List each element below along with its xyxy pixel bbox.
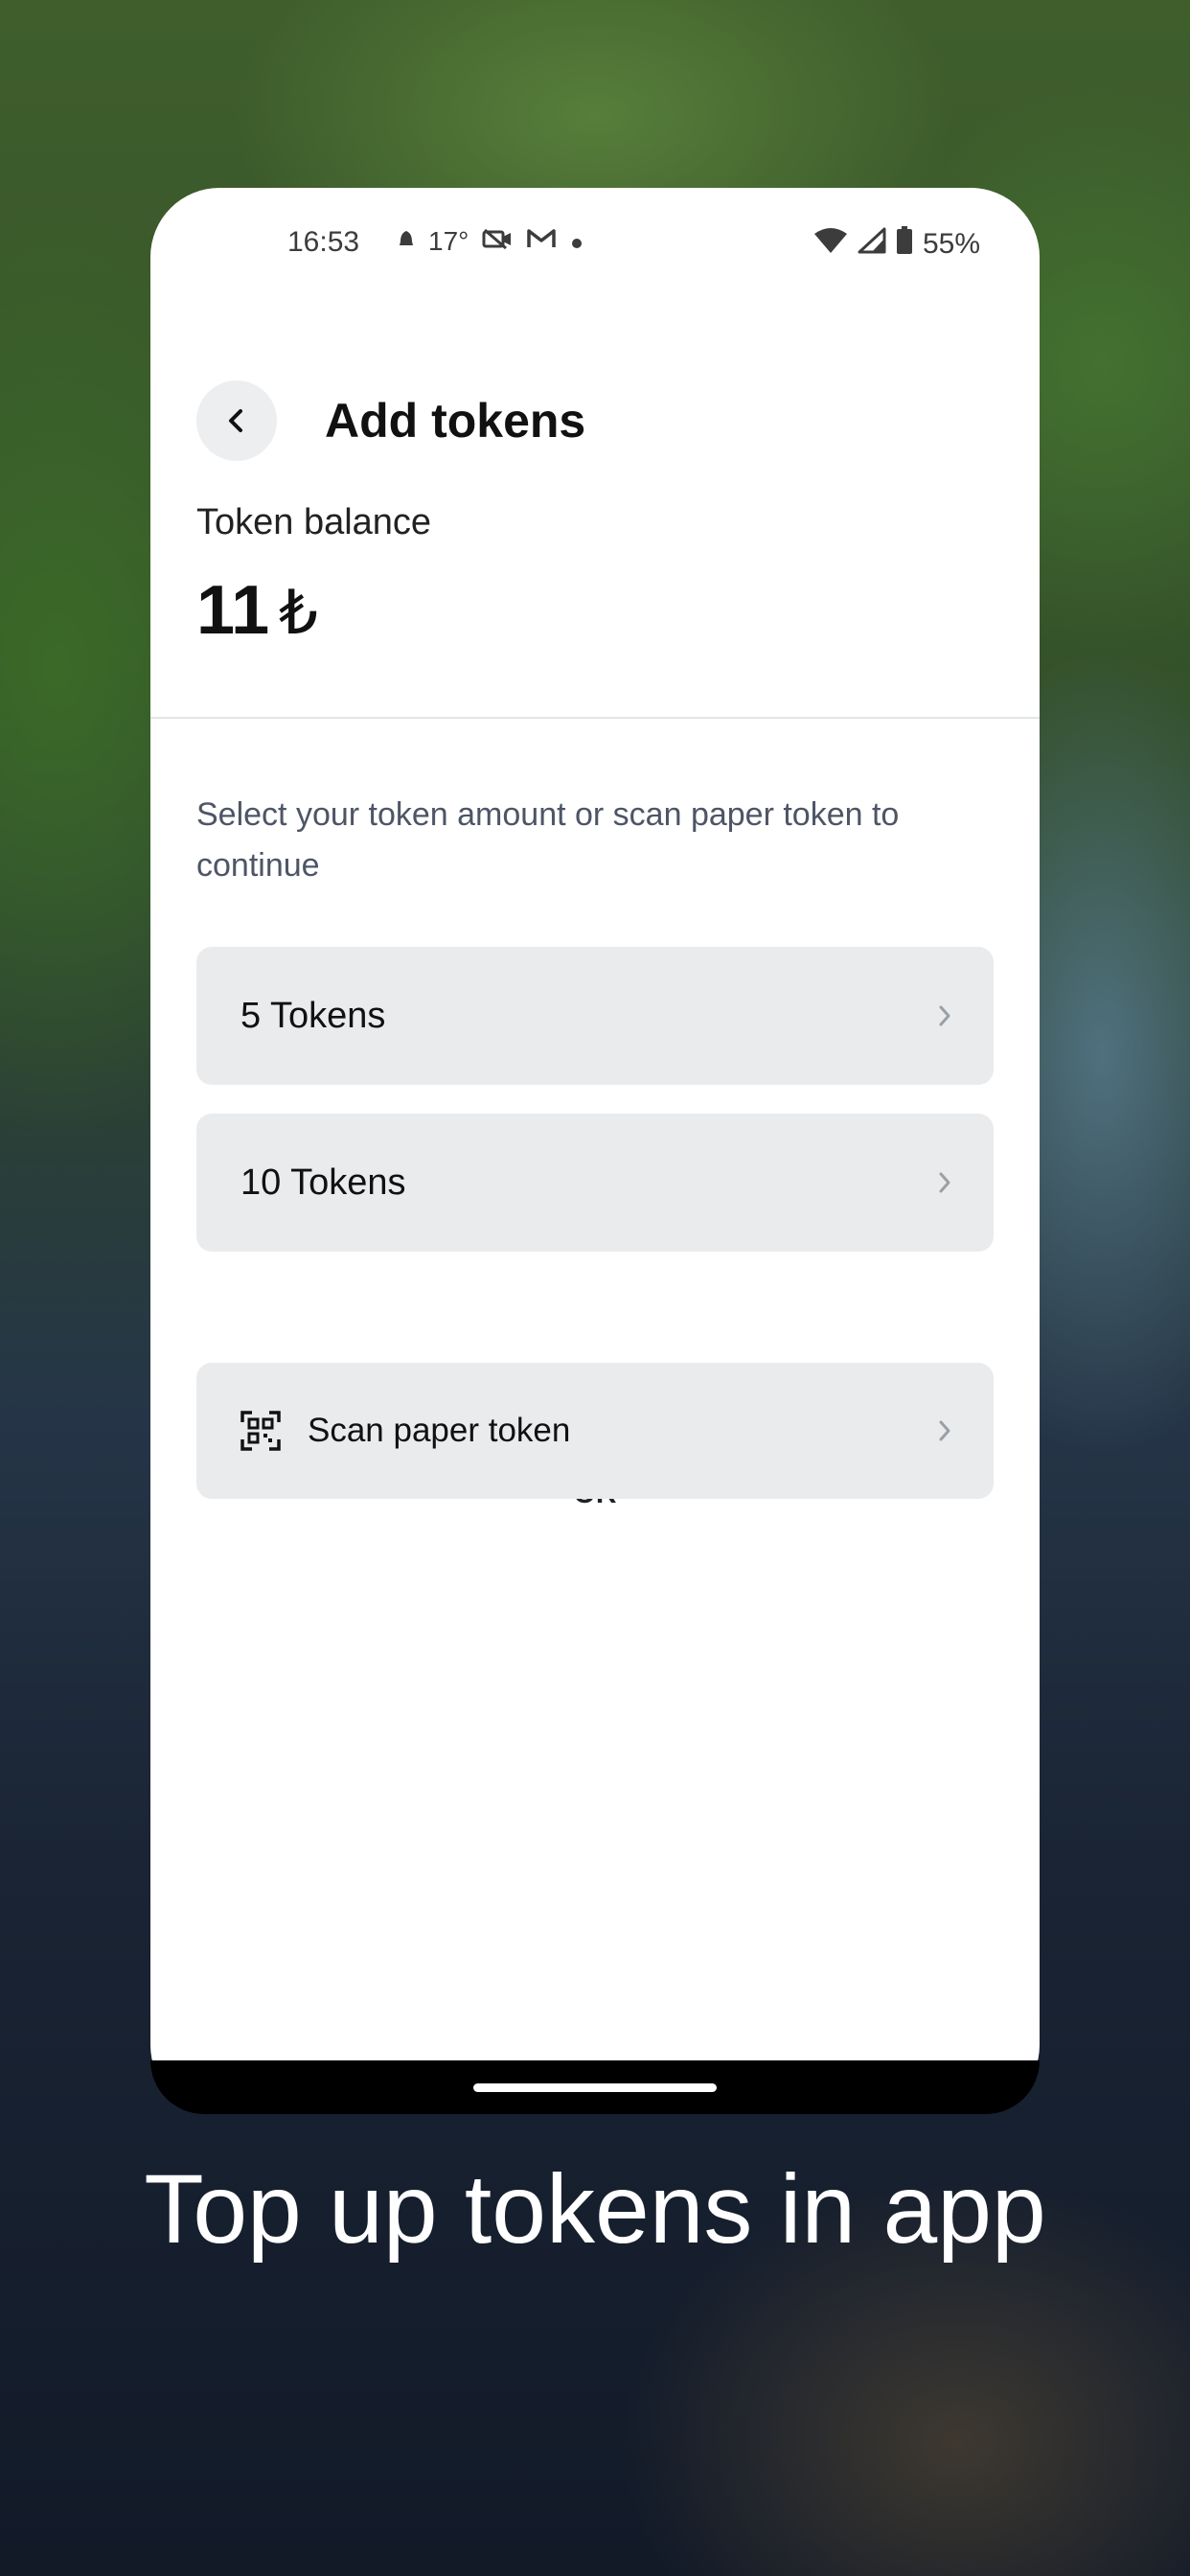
- balance-amount: 11: [196, 572, 270, 649]
- temperature-text: 17°: [428, 226, 469, 256]
- balance-value: 11 ₺: [196, 571, 318, 650]
- notification-icon: [398, 226, 415, 257]
- page-title: Add tokens: [325, 394, 586, 448]
- status-left-icons: 17°: [398, 226, 584, 257]
- battery-icon: [896, 226, 913, 263]
- dot-icon: [570, 226, 584, 257]
- status-time: 16:53: [287, 226, 360, 258]
- option-10-tokens[interactable]: 10 Tokens: [196, 1114, 994, 1252]
- option-5-tokens[interactable]: 5 Tokens: [196, 947, 994, 1085]
- chevron-right-icon: [930, 1168, 959, 1197]
- home-indicator[interactable]: [473, 2083, 717, 2092]
- scan-paper-token-button[interactable]: Scan paper token: [196, 1363, 994, 1499]
- promo-caption: Top up tokens in app: [144, 2154, 1046, 2264]
- instruction-text: Select your token amount or scan paper t…: [196, 796, 900, 884]
- wifi-icon: [813, 227, 848, 262]
- status-right: 55%: [813, 226, 980, 263]
- camera-off-icon: [482, 226, 513, 257]
- app-header: Add tokens: [196, 358, 994, 483]
- option-label: 10 Tokens: [240, 1162, 406, 1203]
- chevron-right-icon: [930, 1416, 959, 1445]
- chevron-left-icon: [229, 409, 242, 432]
- gmail-icon: [526, 226, 557, 257]
- balance-label: Token balance: [196, 502, 432, 542]
- option-label: 5 Tokens: [240, 995, 386, 1036]
- cell-signal-icon: [858, 227, 886, 262]
- phone-screen: 16:53 17° 55% Add tokens Token balance 1…: [150, 188, 1040, 2114]
- back-button[interactable]: [196, 380, 277, 461]
- scan-label: Scan paper token: [308, 1412, 571, 1449]
- divider: [150, 717, 1040, 719]
- battery-percent: 55%: [922, 228, 980, 260]
- qr-code-icon: [240, 1411, 281, 1451]
- chevron-right-icon: [930, 1001, 959, 1030]
- status-bar: 16:53 17° 55%: [150, 188, 1040, 303]
- token-currency-symbol: ₺: [279, 578, 318, 647]
